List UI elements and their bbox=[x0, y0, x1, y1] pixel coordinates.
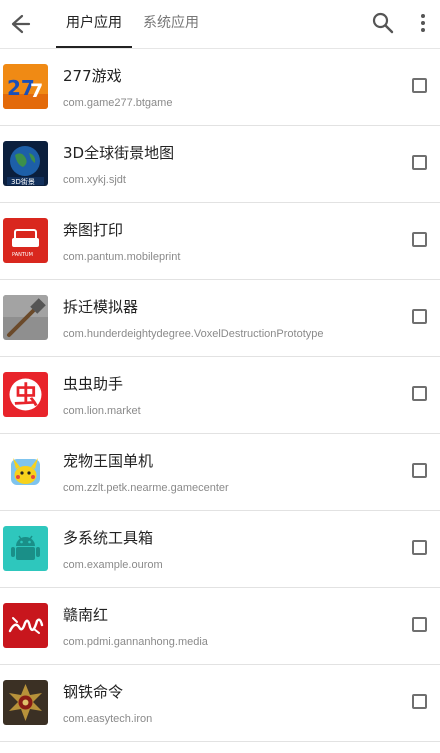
calligraphy-icon bbox=[3, 603, 48, 648]
select-checkbox[interactable] bbox=[412, 232, 427, 247]
app-package: com.lion.market bbox=[63, 405, 141, 417]
app-package: com.hunderdeightydegree.VoxelDestruction… bbox=[63, 328, 324, 340]
app-name: 277游戏 bbox=[63, 67, 122, 85]
app-row[interactable]: 虫 虫虫助手 com.lion.market bbox=[0, 357, 440, 434]
svg-text:PANTUM: PANTUM bbox=[12, 252, 33, 258]
app-row[interactable]: 钢铁命令 com.easytech.iron bbox=[0, 665, 440, 742]
app-package: com.zzlt.petk.nearme.gamecenter bbox=[63, 482, 229, 494]
app-row[interactable]: 3D街景 3D全球街景地图 com.xykj.sjdt bbox=[0, 126, 440, 203]
pet-pikachu-icon bbox=[3, 449, 48, 494]
app-name: 拆迁模拟器 bbox=[63, 298, 139, 316]
back-arrow-icon[interactable] bbox=[2, 8, 34, 40]
android-robot-icon bbox=[3, 526, 48, 571]
app-name: 3D全球街景地图 bbox=[63, 144, 175, 162]
svg-text:虫: 虫 bbox=[14, 381, 38, 409]
select-checkbox[interactable] bbox=[412, 694, 427, 709]
app-277-icon: 27 7 bbox=[3, 64, 48, 109]
app-name: 赣南红 bbox=[63, 606, 109, 624]
tab-user-apps[interactable]: 用户应用 bbox=[56, 0, 132, 48]
app-package: com.pantum.mobileprint bbox=[63, 251, 181, 263]
app-bar: 用户应用 系统应用 bbox=[0, 0, 440, 49]
select-checkbox[interactable] bbox=[412, 309, 427, 324]
select-checkbox[interactable] bbox=[412, 78, 427, 93]
tab-system-apps[interactable]: 系统应用 bbox=[134, 0, 208, 48]
app-name: 钢铁命令 bbox=[63, 683, 124, 701]
app-list: 27 7 277游戏 com.game277.btgame 3D街景 3D全球街… bbox=[0, 49, 440, 742]
bug-char-icon: 虫 bbox=[3, 372, 48, 417]
earth-3d-icon: 3D街景 bbox=[3, 141, 48, 186]
app-package: com.easytech.iron bbox=[63, 713, 153, 725]
app-row[interactable]: 拆迁模拟器 com.hunderdeightydegree.VoxelDestr… bbox=[0, 280, 440, 357]
app-name: 多系统工具箱 bbox=[63, 529, 154, 547]
search-icon[interactable] bbox=[370, 10, 396, 36]
app-name: 宠物王国单机 bbox=[63, 452, 154, 470]
select-checkbox[interactable] bbox=[412, 386, 427, 401]
app-package: com.pdmi.gannanhong.media bbox=[63, 636, 208, 648]
app-row[interactable]: PANTUM 奔图打印 com.pantum.mobileprint bbox=[0, 203, 440, 280]
printer-icon: PANTUM bbox=[3, 218, 48, 263]
hammer-icon bbox=[3, 295, 48, 340]
svg-text:3D街景: 3D街景 bbox=[11, 177, 35, 186]
svg-text:7: 7 bbox=[30, 80, 43, 102]
select-checkbox[interactable] bbox=[412, 540, 427, 555]
app-row[interactable]: 多系统工具箱 com.example.ourom bbox=[0, 511, 440, 588]
more-options-icon[interactable] bbox=[410, 10, 436, 36]
app-package: com.game277.btgame bbox=[63, 97, 173, 109]
select-checkbox[interactable] bbox=[412, 155, 427, 170]
app-package: com.example.ourom bbox=[63, 559, 163, 571]
app-package: com.xykj.sjdt bbox=[63, 174, 126, 186]
iron-emblem-icon bbox=[3, 680, 48, 725]
select-checkbox[interactable] bbox=[412, 463, 427, 478]
app-name: 虫虫助手 bbox=[63, 375, 124, 393]
app-row[interactable]: 宠物王国单机 com.zzlt.petk.nearme.gamecenter bbox=[0, 434, 440, 511]
app-row[interactable]: 27 7 277游戏 com.game277.btgame bbox=[0, 49, 440, 126]
select-checkbox[interactable] bbox=[412, 617, 427, 632]
app-name: 奔图打印 bbox=[63, 221, 124, 239]
app-row[interactable]: 赣南红 com.pdmi.gannanhong.media bbox=[0, 588, 440, 665]
